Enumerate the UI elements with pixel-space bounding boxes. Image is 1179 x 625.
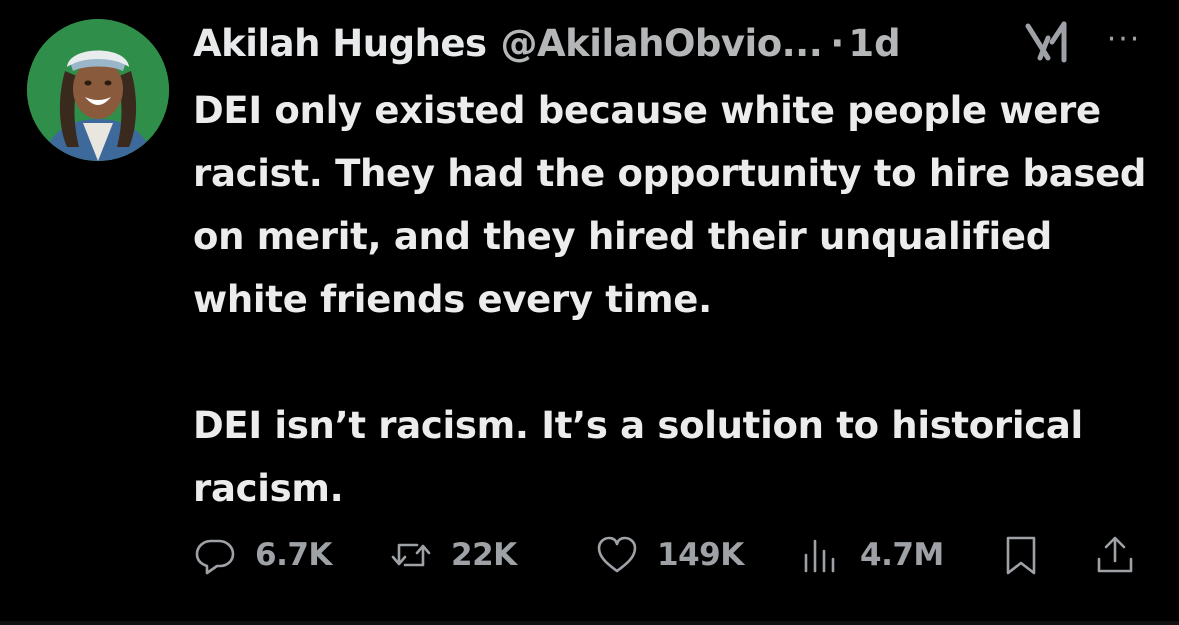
share-button[interactable]: [1093, 528, 1137, 582]
tweet-header: Akilah Hughes @AkilahObvio... · 1d: [193, 18, 901, 68]
heart-icon: [597, 536, 637, 573]
views-count: 4.7M: [860, 537, 944, 573]
avatar-image: [27, 19, 169, 161]
timestamp[interactable]: 1d: [848, 22, 900, 65]
separator-dot: ·: [830, 21, 845, 65]
repost-icon: [391, 543, 431, 567]
action-bar: 6.7K 22K 149K 4.7M: [193, 528, 1153, 582]
bookmark-icon: [1006, 536, 1036, 575]
reply-count: 6.7K: [255, 537, 332, 573]
avatar[interactable]: [27, 19, 169, 161]
tweet-paragraph-2: DEI isn’t racism. It’s a solution to his…: [193, 404, 1083, 510]
more-icon[interactable]: ···: [1102, 20, 1146, 60]
like-count: 149K: [657, 537, 744, 573]
views-button[interactable]: 4.7M: [798, 528, 944, 582]
tweet-text: DEI only existed because white people we…: [193, 79, 1153, 520]
like-button[interactable]: 149K: [595, 528, 744, 582]
share-icon: [1097, 536, 1133, 573]
repost-count: 22K: [451, 537, 517, 573]
reply-icon: [195, 539, 235, 575]
bookmark-button[interactable]: [999, 528, 1043, 582]
author-handle[interactable]: @AkilahObvio...: [501, 22, 823, 65]
reply-button[interactable]: 6.7K: [193, 528, 332, 582]
views-chart-icon: [804, 539, 835, 573]
author-name[interactable]: Akilah Hughes: [193, 22, 487, 65]
tweet[interactable]: Akilah Hughes @AkilahObvio... · 1d ··· D…: [0, 0, 1179, 625]
grok-icon[interactable]: [1022, 18, 1074, 66]
divider: [0, 621, 1179, 625]
tweet-paragraph-1: DEI only existed because white people we…: [193, 89, 1147, 321]
repost-button[interactable]: 22K: [389, 528, 517, 582]
